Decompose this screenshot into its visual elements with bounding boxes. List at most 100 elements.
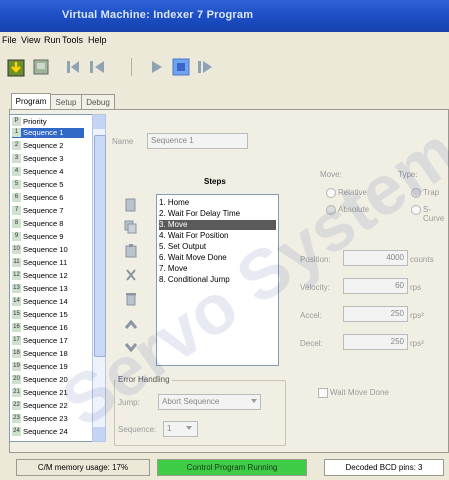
upload-program-icon[interactable] [32,58,50,76]
stop-icon[interactable] [172,58,190,76]
scurve-label: S-Curve [423,205,445,223]
decel-unit: rps² [410,339,424,348]
relative-radio[interactable] [326,188,336,198]
list-item[interactable]: 11 Sequence 11 [12,258,84,268]
list-item[interactable]: 20 Sequence 20 [12,375,84,385]
list-item[interactable]: 21 Sequence 21 [12,388,84,398]
position-field[interactable]: 4000 [343,250,408,266]
memory-usage-status: C/M memory usage: 17% [16,459,150,476]
list-item[interactable]: 10 Sequence 10 [12,245,84,255]
list-item[interactable]: 24 Sequence 24 [12,427,84,437]
wait-move-done-label: Wait Move Done [330,388,389,397]
position-unit: counts [410,255,434,264]
menu-tools[interactable]: Tools [62,35,83,45]
step-back-fast-icon[interactable] [88,58,106,76]
error-handling-group [114,380,286,446]
run-icon[interactable] [147,58,165,76]
new-step-icon[interactable] [124,198,138,212]
step-item[interactable]: 7. Move [159,264,276,274]
list-item[interactable]: 6 Sequence 6 [12,193,84,203]
download-program-icon[interactable] [5,57,27,79]
cut-step-icon[interactable] [124,268,138,282]
step-item-selected[interactable]: 3. Move [159,220,276,230]
sequence-list-scrollbar[interactable] [92,114,106,442]
name-label: Name [112,137,134,146]
delete-step-icon[interactable] [124,292,138,306]
menu-run[interactable]: Run [44,35,61,45]
list-item[interactable]: 23 Sequence 23 [12,414,84,424]
type-label: Type: [398,170,418,179]
position-label: Position: [300,255,331,264]
wait-move-done-checkbox[interactable] [318,388,328,398]
step-item[interactable]: 2. Wait For Delay Time [159,209,276,219]
accel-label: Accel: [300,311,322,320]
list-item[interactable]: 16 Sequence 16 [12,323,84,333]
absolute-label: Absolute [338,205,370,214]
list-item[interactable]: 14 Sequence 14 [12,297,84,307]
list-item[interactable]: 4 Sequence 4 [12,167,84,177]
chevron-down-icon[interactable] [250,397,258,405]
scroll-thumb[interactable] [94,135,106,357]
scroll-down-button[interactable] [93,427,105,441]
list-item[interactable]: 7 Sequence 7 [12,206,84,216]
menu-file[interactable]: File [2,35,17,45]
step-item[interactable]: 1. Home [159,198,276,208]
accel-field[interactable]: 250 [343,306,408,322]
app-window: Virtual Machine: Indexer 7 Program File … [0,0,449,480]
velocity-unit: rps [410,283,422,292]
sequence-list[interactable]: P Priority 1 Sequence 1 2 Sequence 2 3 Seque… [9,114,93,442]
list-item[interactable]: 15 Sequence 15 [12,310,84,320]
list-item[interactable]: 9 Sequence 9 [12,232,84,242]
move-label: Move: [320,170,342,179]
move-up-icon[interactable] [124,318,138,332]
decel-label: Decel: [300,339,323,348]
trap-radio[interactable] [411,188,421,198]
list-item[interactable]: 2 Sequence 2 [12,141,84,151]
decel-field[interactable]: 250 [343,334,408,350]
list-item[interactable]: 17 Sequence 17 [12,336,84,346]
toolbar-divider [131,58,132,76]
menu-help[interactable]: Help [88,35,107,45]
list-item[interactable]: 5 Sequence 5 [12,180,84,190]
list-item[interactable]: P Priority [12,117,84,127]
error-handling-title: Error Handling [116,375,172,384]
list-item[interactable]: 22 Sequence 22 [12,401,84,411]
accel-unit: rps² [410,311,424,320]
name-field[interactable]: Sequence 1 [147,133,248,149]
menu-view[interactable]: View [21,35,40,45]
step-back-icon[interactable] [63,58,81,76]
step-item[interactable]: 8. Conditional Jump [159,275,276,285]
sequence-label: Sequence: [118,425,157,434]
menu-bar: File View Run Tools Help [0,34,449,48]
chevron-down-icon[interactable] [185,424,193,432]
list-item[interactable]: 8 Sequence 8 [12,219,84,229]
jump-select[interactable]: Abort Sequence [158,394,261,410]
step-forward-icon[interactable] [196,58,214,76]
steps-title: Steps [204,177,226,186]
copy-step-icon[interactable] [124,220,138,234]
steps-list[interactable]: 1. Home 2. Wait For Delay Time 3. Move 4… [156,194,279,366]
list-item[interactable]: 18 Sequence 18 [12,349,84,359]
trap-label: Trap [423,188,440,197]
move-down-icon[interactable] [124,340,138,354]
step-item[interactable]: 4. Wait For Position [159,231,276,241]
list-item[interactable]: 3 Sequence 3 [12,154,84,164]
absolute-radio[interactable] [326,205,336,215]
paste-step-icon[interactable] [124,244,138,258]
window-title: Virtual Machine: Indexer 7 Program [62,9,254,21]
scurve-radio[interactable] [411,205,421,215]
step-item[interactable]: 6. Wait Move Done [159,253,276,263]
title-bar: Virtual Machine: Indexer 7 Program [0,0,449,32]
velocity-label: Velocity: [300,283,330,292]
list-item[interactable]: 12 Sequence 12 [12,271,84,281]
relative-label: Relative [338,188,367,197]
list-item[interactable]: 19 Sequence 19 [12,362,84,372]
jump-label: Jump: [118,398,140,407]
list-item-selected[interactable]: 1 Sequence 1 [12,128,84,138]
decoded-bcd-status: Decoded BCD pins: 3 [324,459,444,476]
program-running-status: Control Program Running [157,459,307,476]
step-item[interactable]: 5. Set Output [159,242,276,252]
list-item[interactable]: 13 Sequence 13 [12,284,84,294]
scroll-up-button[interactable] [93,115,105,129]
velocity-field[interactable]: 60 [343,278,408,294]
